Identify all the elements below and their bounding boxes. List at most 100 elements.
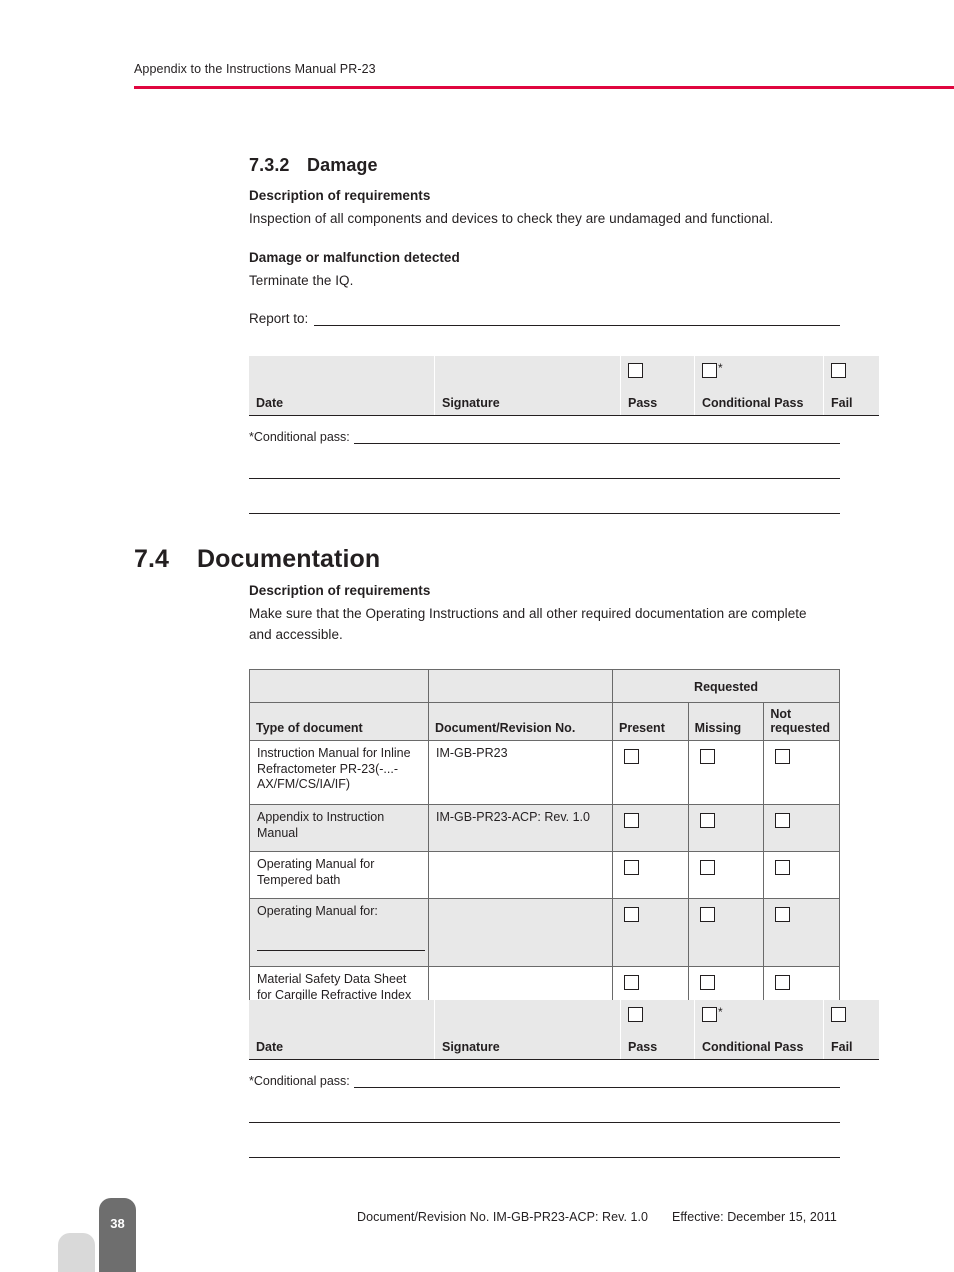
docs-row-1-missing[interactable] — [687, 804, 765, 852]
sig1-label-signature: Signature — [442, 396, 500, 410]
documentation-description-line2: and accessible. — [249, 627, 343, 642]
conditional-pass-line-1: *Conditional pass: — [249, 428, 840, 444]
checkbox-fail-icon[interactable] — [831, 1007, 846, 1022]
docs-row-3-type-input-line[interactable] — [257, 949, 425, 951]
report-to-row: Report to: — [249, 311, 840, 326]
sig2-cell-signature[interactable]: Signature — [434, 1000, 621, 1060]
docs-row-1-revision: IM-GB-PR23-ACP: Rev. 1.0 — [428, 804, 613, 852]
docs-row-2-missing[interactable] — [687, 851, 765, 899]
sig2-label-date: Date — [256, 1040, 284, 1054]
documentation-description-heading: Description of requirements — [249, 583, 431, 598]
sig1-cell-signature[interactable]: Signature — [434, 356, 621, 416]
footer-effective-date: Effective: December 15, 2011 — [672, 1210, 837, 1224]
docs-row-0-present[interactable] — [612, 740, 689, 805]
header-rule-divider — [134, 86, 954, 89]
docs-header-missing: Missing — [687, 702, 765, 741]
docs-row-0-type: Instruction Manual for Inline Refractome… — [249, 740, 429, 805]
sig1-cell-pass[interactable]: Pass — [620, 356, 695, 416]
sig2-cell-fail[interactable]: Fail — [823, 1000, 879, 1060]
conditional-pass-asterisk: * — [718, 1005, 723, 1019]
table-header-row-group: Requested — [249, 669, 840, 703]
conditional-pass-block-2: *Conditional pass: — [249, 1072, 840, 1158]
conditional-pass-line-4: *Conditional pass: — [249, 1072, 840, 1088]
sig1-cell-fail[interactable]: Fail — [823, 356, 879, 416]
page-number: 38 — [110, 1216, 125, 1231]
docs-row-3-not-requested[interactable] — [763, 898, 840, 967]
checkbox-present-icon[interactable] — [624, 860, 639, 875]
conditional-pass-input-6[interactable] — [249, 1123, 840, 1158]
checkbox-present-icon[interactable] — [624, 749, 639, 764]
page-tab-secondary — [58, 1233, 95, 1272]
conditional-pass-input-4[interactable] — [353, 1072, 840, 1088]
docs-row-1-present[interactable] — [612, 804, 689, 852]
sig2-label-fail: Fail — [831, 1040, 853, 1054]
sig1-label-date: Date — [256, 396, 284, 410]
signature-table-2: Date Signature Pass * Conditional Pass F… — [249, 1000, 879, 1060]
checkbox-not-requested-icon[interactable] — [775, 860, 791, 875]
checkbox-fail-icon[interactable] — [831, 363, 846, 378]
sig1-cell-conditional-pass[interactable]: * Conditional Pass — [694, 356, 824, 416]
docs-header-not-requested: Not requested — [763, 702, 840, 741]
checkbox-not-requested-icon[interactable] — [775, 975, 791, 990]
docs-row-2-type: Operating Manual for Tempered bath — [249, 851, 429, 899]
table-row: Appendix to Instruction Manual IM-GB-PR2… — [249, 804, 840, 852]
sig2-cell-conditional-pass[interactable]: * Conditional Pass — [694, 1000, 824, 1060]
checkbox-pass-icon[interactable] — [628, 363, 643, 378]
docs-row-2-not-requested[interactable] — [763, 851, 840, 899]
report-to-input-line[interactable] — [314, 311, 840, 326]
checkbox-present-icon[interactable] — [624, 975, 639, 990]
docs-row-0-missing[interactable] — [687, 740, 765, 805]
checkbox-missing-icon[interactable] — [699, 907, 715, 922]
checkbox-conditional-pass-icon[interactable] — [702, 363, 717, 378]
report-to-label: Report to: — [249, 311, 309, 326]
documentation-description-line1: Make sure that the Operating Instruction… — [249, 606, 807, 621]
checkbox-missing-icon[interactable] — [699, 749, 715, 764]
sig2-label-pass: Pass — [628, 1040, 658, 1054]
section-title-documentation: Documentation — [197, 545, 381, 573]
signature-table-1: Date Signature Pass * Conditional Pass F… — [249, 356, 879, 416]
docs-row-0-not-requested[interactable] — [763, 740, 840, 805]
checkbox-missing-icon[interactable] — [699, 813, 715, 828]
checkbox-not-requested-icon[interactable] — [775, 813, 791, 828]
conditional-pass-input-1[interactable] — [353, 428, 840, 444]
checkbox-pass-icon[interactable] — [628, 1007, 643, 1022]
conditional-pass-note-1: *Conditional pass: — [249, 430, 350, 444]
docs-header-blank-revision — [428, 669, 613, 703]
table-header-row: Type of document Document/Revision No. P… — [249, 702, 840, 741]
docs-row-2-revision — [428, 851, 613, 899]
docs-row-3-present[interactable] — [612, 898, 689, 967]
docs-row-1-type: Appendix to Instruction Manual — [249, 804, 429, 852]
conditional-pass-asterisk: * — [718, 361, 723, 375]
conditional-pass-input-5[interactable] — [249, 1088, 840, 1123]
checkbox-missing-icon[interactable] — [699, 975, 715, 990]
sig1-label-pass: Pass — [628, 396, 658, 410]
sig1-label-fail: Fail — [831, 396, 853, 410]
docs-row-3-type: Operating Manual for: — [249, 898, 429, 967]
docs-row-3-missing[interactable] — [687, 898, 765, 967]
checkbox-present-icon[interactable] — [624, 907, 639, 922]
conditional-pass-input-3[interactable] — [249, 479, 840, 514]
checkbox-present-icon[interactable] — [624, 813, 639, 828]
docs-header-document-revision-no: Document/Revision No. — [428, 702, 613, 741]
section-heading-documentation: 7.4 Documentation — [134, 545, 380, 574]
table-row: Date Signature Pass * Conditional Pass F… — [249, 356, 879, 416]
checkbox-not-requested-icon[interactable] — [775, 749, 791, 764]
docs-header-blank-type — [249, 669, 429, 703]
table-row: Date Signature Pass * Conditional Pass F… — [249, 1000, 879, 1060]
docs-row-0-revision: IM-GB-PR23 — [428, 740, 613, 805]
section-number-damage: 7.3.2 — [249, 155, 290, 175]
conditional-pass-input-2[interactable] — [249, 444, 840, 479]
conditional-pass-block-1: *Conditional pass: — [249, 428, 840, 514]
sig2-cell-pass[interactable]: Pass — [620, 1000, 695, 1060]
damage-malfunction-text: Terminate the IQ. — [249, 273, 354, 288]
checkbox-not-requested-icon[interactable] — [775, 907, 791, 922]
docs-row-2-present[interactable] — [612, 851, 689, 899]
docs-row-3-type-label: Operating Manual for: — [257, 904, 378, 918]
sig2-cell-date[interactable]: Date — [249, 1000, 435, 1060]
checkbox-missing-icon[interactable] — [699, 860, 715, 875]
table-row: Instruction Manual for Inline Refractome… — [249, 740, 840, 805]
damage-description-heading: Description of requirements — [249, 188, 431, 203]
sig1-cell-date[interactable]: Date — [249, 356, 435, 416]
docs-row-1-not-requested[interactable] — [763, 804, 840, 852]
checkbox-conditional-pass-icon[interactable] — [702, 1007, 717, 1022]
